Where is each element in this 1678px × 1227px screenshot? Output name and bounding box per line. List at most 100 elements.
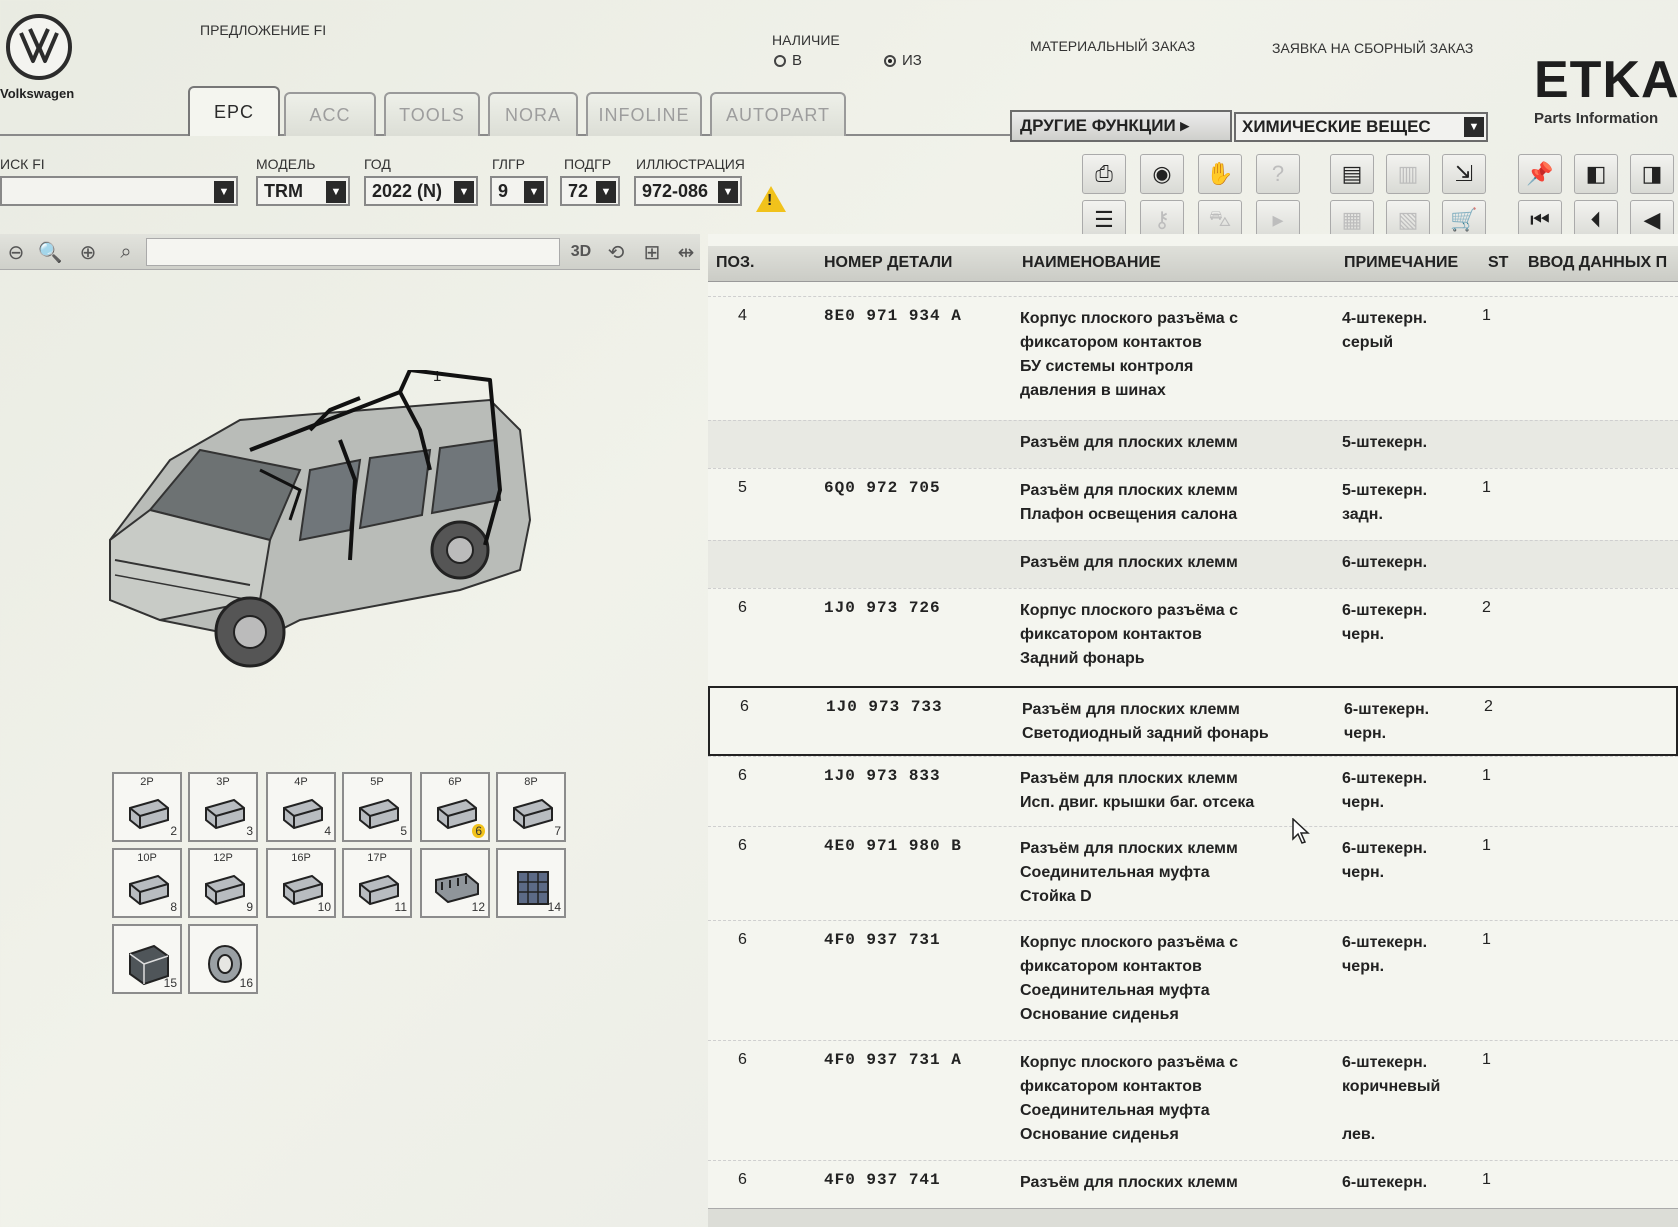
table-row[interactable]: Разъём для плоских клемм 6-штекерн. — [708, 540, 1678, 588]
view-3d-button[interactable]: 3D — [566, 238, 596, 266]
disc-icon[interactable]: ◉ — [1140, 154, 1184, 194]
table-row[interactable]: 5 6Q0 972 705 Разъём для плоских клемм Плаф… — [708, 468, 1678, 540]
chevron-down-icon[interactable]: ▼ — [718, 181, 738, 203]
connector-thumb[interactable]: 6P 6 — [420, 772, 490, 842]
cell-name: Корпус плоского разъёма с фиксатором конт… — [1020, 599, 1238, 671]
pin-icon[interactable]: 📌 — [1518, 154, 1562, 194]
connector-thumb[interactable]: 16P 10 — [266, 848, 336, 918]
connector-thumb[interactable]: 14 — [496, 848, 566, 918]
help-icon[interactable]: ? — [1256, 154, 1300, 194]
col-header-data-entry[interactable]: ВВОД ДАННЫХ П — [1528, 254, 1667, 272]
table-row[interactable]: 6 4E0 971 980 B Разъём для плоских клемм Со… — [708, 826, 1678, 920]
tab-tools[interactable]: TOOLS — [384, 92, 480, 136]
chevron-down-icon[interactable]: ▼ — [326, 181, 346, 203]
connector-thumb[interactable]: 8P 7 — [496, 772, 566, 842]
connector-thumb[interactable]: 2P 2 — [112, 772, 182, 842]
assembly-order-link[interactable]: ЗАЯВКА НА СБОРНЫЙ ЗАКАЗ — [1272, 40, 1473, 56]
model-select[interactable]: TRM ▼ — [256, 176, 350, 206]
search-select[interactable]: ▼ — [0, 176, 238, 206]
search-icon[interactable]: ⌕ — [112, 238, 140, 266]
connector-thumb[interactable]: 3P 3 — [188, 772, 258, 842]
material-order-link[interactable]: МАТЕРИАЛЬНЫЙ ЗАКАЗ — [1030, 38, 1195, 54]
zoom-fit-icon[interactable]: ⊕ — [74, 238, 102, 266]
col-header-pos[interactable]: ПОЗ. — [716, 254, 754, 272]
radio-from[interactable]: ИЗ — [884, 52, 922, 69]
cell-name-line: Соединительная муфта — [1020, 1102, 1210, 1119]
connector-thumb[interactable]: 12P 9 — [188, 848, 258, 918]
offer-label[interactable]: ПРЕДЛОЖЕНИЕ FI — [200, 22, 326, 38]
viewer-search-input[interactable] — [146, 238, 560, 266]
chevron-down-icon[interactable]: ▼ — [1464, 117, 1484, 137]
connector-thumb[interactable]: 15 — [112, 924, 182, 994]
cell-note: 5-штекерн. задн. — [1342, 479, 1427, 527]
sub-group-select[interactable]: 72 ▼ — [560, 176, 620, 206]
chevron-down-icon[interactable]: ▼ — [596, 181, 616, 203]
tab-autopart[interactable]: AUTOPART — [710, 92, 846, 136]
model-label: МОДЕЛЬ — [256, 156, 316, 172]
col-header-st[interactable]: ST — [1488, 254, 1508, 272]
handshake-icon[interactable]: ✋ — [1198, 154, 1242, 194]
radio-in[interactable]: В — [774, 52, 802, 69]
cell-st: 2 — [1482, 599, 1491, 616]
main-group-select[interactable]: 9 ▼ — [490, 176, 548, 206]
year-select[interactable]: 2022 (N) ▼ — [364, 176, 478, 206]
table-row[interactable]: 6 1J0 973 726 Корпус плоского разъёма с фик… — [708, 588, 1678, 686]
page-back-icon[interactable]: ◧ — [1574, 154, 1618, 194]
table-row[interactable]: 6 1J0 973 733 Разъём для плоских клемм Свет… — [708, 686, 1678, 756]
thumb-number: 15 — [163, 976, 177, 990]
radio-in-dot[interactable] — [774, 54, 786, 67]
cell-note-line: лев. — [1342, 1126, 1376, 1143]
tab-acc[interactable]: ACC — [284, 92, 376, 136]
tab-epc[interactable]: EPC — [188, 86, 280, 136]
page-forward-icon[interactable]: ◨ — [1630, 154, 1674, 194]
table-row[interactable]: 6 4F0 937 731 A Корпус плоского разъёма с ф… — [708, 1040, 1678, 1160]
cell-part-number: 1J0 973 833 — [824, 767, 941, 785]
zoom-icon[interactable]: 🔍 — [36, 238, 64, 266]
tab-infoline[interactable]: INFOLINE — [586, 92, 702, 136]
connector-thumb[interactable]: 12 — [420, 848, 490, 918]
cell-st: 1 — [1482, 307, 1491, 324]
col-header-part-number[interactable]: НОМЕР ДЕТАЛИ — [824, 254, 952, 272]
connector-thumb[interactable]: 5P 5 — [342, 772, 412, 842]
connector-thumb[interactable]: 16 — [188, 924, 258, 994]
table-row[interactable]: 6 4F0 937 741 Разъём для плоских клемм 6-шт… — [708, 1160, 1678, 1208]
cell-name-line: Плафон освещения салона — [1020, 506, 1238, 523]
table-row[interactable]: 6 1J0 973 833 Разъём для плоских клемм Исп.… — [708, 756, 1678, 826]
thumb-number: 16 — [239, 976, 253, 990]
chemicals-select[interactable]: ХИМИЧЕСКИЕ ВЕЩЕС ▼ — [1234, 112, 1488, 142]
table-row[interactable]: 4 8E0 971 934 A Корпус плоского разъёма с ф… — [708, 296, 1678, 420]
chevron-down-icon[interactable]: ▼ — [454, 181, 474, 203]
radio-in-label: В — [792, 52, 803, 69]
zoom-out-icon[interactable]: ⊖ — [2, 238, 30, 266]
chevron-down-icon[interactable]: ▼ — [524, 181, 544, 203]
connector-thumb[interactable]: 4P 4 — [266, 772, 336, 842]
rotate-icon[interactable]: ⟲ — [602, 238, 630, 266]
elsa-icon[interactable]: ▤ — [1330, 154, 1374, 194]
resize-icon[interactable]: ⇹ — [672, 238, 700, 266]
tab-nora[interactable]: NORA — [488, 92, 578, 136]
col-header-note[interactable]: ПРИМЕЧАНИЕ — [1344, 254, 1458, 272]
illustration-select[interactable]: 972-086 ▼ — [634, 176, 742, 206]
other-functions-button[interactable]: ДРУГИЕ ФУНКЦИИ ▸ — [1010, 110, 1232, 142]
thumb-number: 14 — [547, 900, 561, 914]
thumb-number: 12 — [471, 900, 485, 914]
print-icon[interactable]: ⎙ — [1082, 154, 1126, 194]
cell-note-line: 6-штекерн. — [1342, 602, 1428, 619]
table-row[interactable]: 6 4F0 937 731 Корпус плоского разъёма с фик… — [708, 920, 1678, 1040]
cell-name: Корпус плоского разъёма с фиксатором конт… — [1020, 307, 1238, 403]
table-row[interactable]: Разъём для плоских клемм 5-штекерн. — [708, 420, 1678, 468]
horizontal-scrollbar[interactable] — [708, 1208, 1678, 1227]
split-view-icon[interactable]: ⊞ — [638, 238, 666, 266]
cart-add-icon[interactable]: ⇲ — [1442, 154, 1486, 194]
connector-thumb[interactable]: 10P 8 — [112, 848, 182, 918]
chevron-down-icon[interactable]: ▼ — [214, 181, 234, 203]
thumb-label: 16P — [291, 852, 311, 864]
radio-from-dot[interactable] — [884, 54, 896, 67]
col-header-name[interactable]: НАИМЕНОВАНИЕ — [1022, 254, 1161, 272]
report-icon[interactable]: ▥ — [1386, 154, 1430, 194]
thumb-label: 5P — [370, 776, 384, 788]
connector-thumb[interactable]: 17P 11 — [342, 848, 412, 918]
cell-name-line: Разъём для плоских клемм — [1022, 701, 1240, 718]
parts-table-header: ПОЗ. НОМЕР ДЕТАЛИ НАИМЕНОВАНИЕ ПРИМЕЧАНИ… — [708, 246, 1678, 282]
cell-st: 1 — [1482, 837, 1491, 854]
